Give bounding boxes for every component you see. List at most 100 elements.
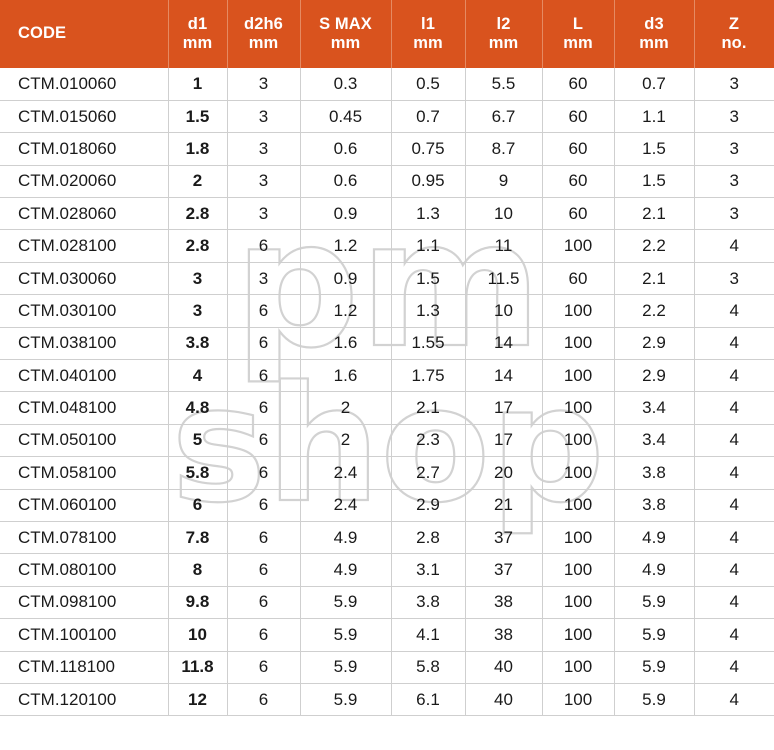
table-row[interactable]: CTM.015060 1.5 3 0.45 0.7 6.7 60 1.1 3: [0, 100, 774, 134]
cell-l2: 37: [465, 553, 543, 587]
cell-s_max: 1.6: [300, 359, 392, 393]
column-header-name: d1: [187, 15, 208, 34]
table-row[interactable]: CTM.080100 8 6 4.9 3.1 37 100 4.9 4: [0, 553, 774, 587]
cell-d2h6: 6: [227, 553, 301, 587]
column-header-name: d2h6: [244, 15, 283, 34]
cell-d1: 1.5: [168, 100, 228, 134]
cell-Z: 4: [694, 391, 774, 425]
cell-d2h6: 6: [227, 586, 301, 620]
column-header-code[interactable]: CODE: [0, 0, 168, 68]
cell-l1: 3.8: [391, 586, 466, 620]
cell-d2h6: 3: [227, 262, 301, 296]
cell-Z: 4: [694, 327, 774, 361]
cell-l1: 1.55: [391, 327, 466, 361]
cell-d1: 8: [168, 553, 228, 587]
column-header-unit: mm: [248, 33, 279, 52]
cell-L: 100: [542, 294, 615, 328]
cell-l2: 11: [465, 229, 543, 263]
table-row[interactable]: CTM.028060 2.8 3 0.9 1.3 10 60 2.1 3: [0, 197, 774, 231]
cell-L: 60: [542, 165, 615, 199]
cell-l1: 2.7: [391, 456, 466, 490]
cell-L: 100: [542, 327, 615, 361]
table-body: CTM.010060 1 3 0.3 0.5 5.5 60 0.7 3 CTM.015060 1.5…: [0, 68, 774, 717]
cell-L: 100: [542, 456, 615, 490]
column-header-d2h6[interactable]: d2h6 mm: [227, 0, 300, 68]
cell-d2h6: 3: [227, 68, 301, 101]
column-header-Z[interactable]: Zno.: [694, 0, 774, 68]
cell-L: 60: [542, 262, 615, 296]
cell-d3: 4.9: [614, 521, 695, 555]
table-row[interactable]: CTM.010060 1 3 0.3 0.5 5.5 60 0.7 3: [0, 68, 774, 101]
cell-L: 100: [542, 553, 615, 587]
cell-l1: 1.3: [391, 294, 466, 328]
column-header-name: Z: [728, 15, 740, 34]
cell-s_max: 0.9: [300, 262, 392, 296]
cell-Z: 3: [694, 197, 774, 231]
table-row[interactable]: CTM.040100 4 6 1.6 1.75 14 100 2.9 4: [0, 359, 774, 393]
cell-code: CTM.040100: [0, 359, 169, 393]
table-row[interactable]: CTM.038100 3.8 6 1.6 1.55 14 100 2.9 4: [0, 327, 774, 361]
cell-d3: 1.1: [614, 100, 695, 134]
cell-d1: 5: [168, 424, 228, 458]
table-row[interactable]: CTM.030100 3 6 1.2 1.3 10 100 2.2 4: [0, 294, 774, 328]
table-row[interactable]: CTM.018060 1.8 3 0.6 0.75 8.7 60 1.5 3: [0, 132, 774, 166]
cell-l2: 5.5: [465, 68, 543, 101]
cell-Z: 4: [694, 489, 774, 522]
column-header-name: S MAX: [319, 15, 372, 34]
cell-d3: 4.9: [614, 553, 695, 587]
table-row[interactable]: CTM.028100 2.8 6 1.2 1.1 11 100 2.2 4: [0, 229, 774, 263]
cell-d3: 2.9: [614, 327, 695, 361]
cell-s_max: 5.9: [300, 683, 392, 717]
cell-l2: 11.5: [465, 262, 543, 296]
cell-d3: 3.8: [614, 489, 695, 522]
table-row[interactable]: CTM.118100 11.8 6 5.9 5.8 40 100 5.9 4: [0, 651, 774, 684]
cell-d1: 2: [168, 165, 228, 199]
cell-l1: 0.7: [391, 100, 466, 134]
cell-d3: 2.9: [614, 359, 695, 393]
table-row[interactable]: CTM.050100 5 6 2 2.3 17 100 3.4 4: [0, 424, 774, 458]
column-header-d1[interactable]: d1 mm: [168, 0, 227, 68]
cell-code: CTM.010060: [0, 68, 169, 101]
cell-s_max: 2: [300, 424, 392, 458]
table-row[interactable]: CTM.078100 7.8 6 4.9 2.8 37 100 4.9 4: [0, 521, 774, 555]
table-row[interactable]: CTM.060100 6 6 2.4 2.9 21 100 3.8 4: [0, 489, 774, 522]
specification-table: CODE d1 mm d2h6 mm S MAX mm l1 mm l2 mm Lmm d3 mm Zno.…: [0, 0, 774, 717]
table-row[interactable]: CTM.030060 3 3 0.9 1.5 11.5 60 2.1 3: [0, 262, 774, 296]
table-row[interactable]: CTM.058100 5.8 6 2.4 2.7 20 100 3.8 4: [0, 456, 774, 490]
cell-d2h6: 3: [227, 165, 301, 199]
cell-d1: 11.8: [168, 651, 228, 684]
column-header-s_max[interactable]: S MAX mm: [300, 0, 391, 68]
table-row[interactable]: CTM.098100 9.8 6 5.9 3.8 38 100 5.9 4: [0, 586, 774, 620]
cell-code: CTM.060100: [0, 489, 169, 522]
cell-d1: 4: [168, 359, 228, 393]
cell-l2: 10: [465, 197, 543, 231]
cell-d2h6: 6: [227, 683, 301, 717]
cell-d2h6: 6: [227, 651, 301, 684]
column-header-l2[interactable]: l2 mm: [465, 0, 542, 68]
cell-code: CTM.015060: [0, 100, 169, 134]
table-row[interactable]: CTM.020060 2 3 0.6 0.95 9 60 1.5 3: [0, 165, 774, 199]
cell-d1: 3: [168, 262, 228, 296]
column-header-d3[interactable]: d3 mm: [614, 0, 694, 68]
table-row[interactable]: CTM.120100 12 6 5.9 6.1 40 100 5.9 4: [0, 683, 774, 717]
column-header-unit: mm: [330, 33, 361, 52]
cell-l2: 17: [465, 391, 543, 425]
cell-code: CTM.078100: [0, 521, 169, 555]
column-header-L[interactable]: Lmm: [542, 0, 614, 68]
cell-Z: 3: [694, 262, 774, 296]
column-header-l1[interactable]: l1 mm: [391, 0, 465, 68]
cell-d3: 2.1: [614, 262, 695, 296]
cell-d1: 7.8: [168, 521, 228, 555]
cell-d2h6: 6: [227, 229, 301, 263]
table-row[interactable]: CTM.048100 4.8 6 2 2.1 17 100 3.4 4: [0, 391, 774, 425]
cell-l2: 20: [465, 456, 543, 490]
cell-d1: 2.8: [168, 229, 228, 263]
cell-s_max: 2: [300, 391, 392, 425]
cell-L: 100: [542, 391, 615, 425]
cell-code: CTM.050100: [0, 424, 169, 458]
cell-l2: 38: [465, 586, 543, 620]
table-row[interactable]: CTM.100100 10 6 5.9 4.1 38 100 5.9 4: [0, 618, 774, 652]
column-header-unit: mm: [563, 33, 593, 52]
cell-Z: 4: [694, 683, 774, 717]
cell-l1: 1.5: [391, 262, 466, 296]
